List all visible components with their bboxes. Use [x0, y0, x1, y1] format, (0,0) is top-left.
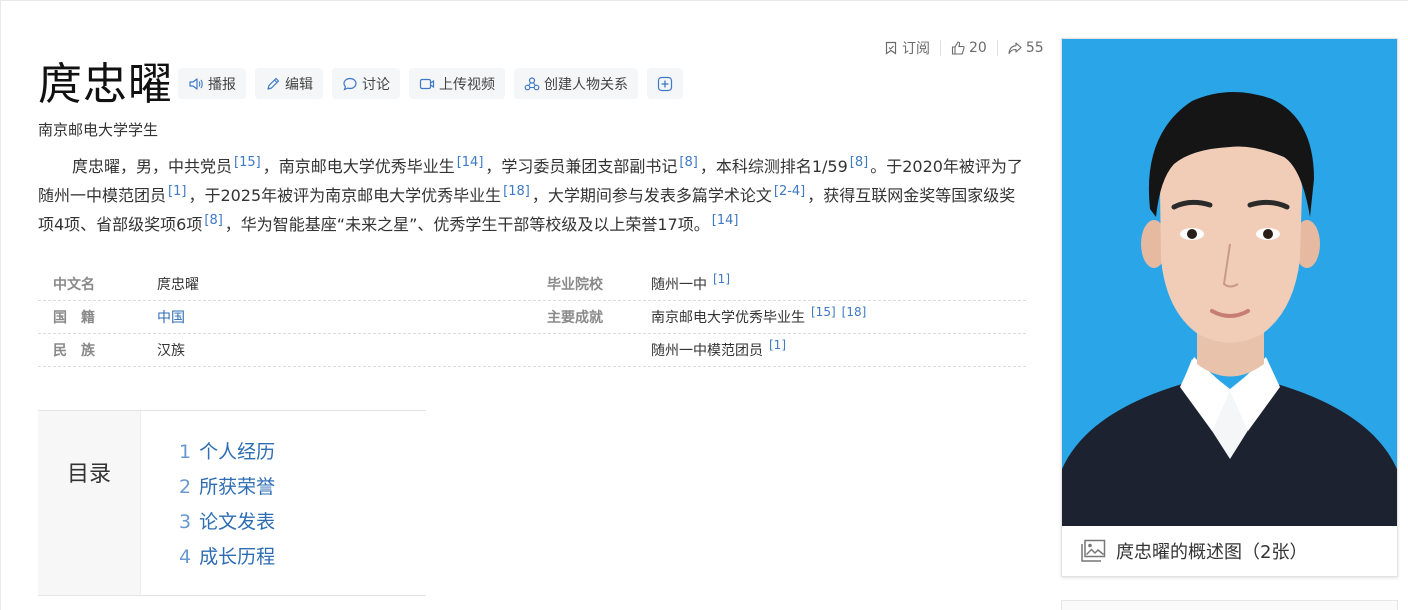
info-value-ethnicity: 汉族: [157, 340, 532, 360]
info-value-nationality: 中国: [157, 307, 532, 327]
page-title: 庹忠曜: [38, 59, 173, 110]
edit-button[interactable]: 编辑: [255, 68, 323, 99]
album-card: 庹忠曜的概述图（2张）: [1061, 38, 1398, 577]
reference-link[interactable]: [8]: [679, 155, 697, 170]
subscribe-label: 订阅: [902, 41, 930, 57]
portrait-photo[interactable]: [1062, 39, 1397, 526]
reference-link[interactable]: [18]: [503, 184, 530, 199]
basic-info-box: 中文名 庹忠曜 毕业院校 随州一中 [1] 国 籍 中国 主要成就 南京邮电大学优…: [38, 268, 1026, 367]
album-caption-label: 庹忠曜的概述图（2张）: [1116, 542, 1308, 563]
share-count: 55: [1025, 40, 1044, 56]
summary-paragraph: 庹忠曜，男，中共党员 [15] ，南京邮电大学优秀毕业生 [14] ，学习委员兼团支部副…: [38, 152, 1028, 239]
toc-item[interactable]: 3 论文发表: [179, 505, 275, 540]
info-value-school: 随州一中 [1]: [651, 272, 1026, 294]
speaker-icon: [189, 77, 203, 90]
relation-icon: [524, 76, 540, 90]
summary-text: ，本科综测排名1/59: [699, 157, 848, 176]
summary-text: ，学习委员兼团支部副书记: [485, 157, 678, 176]
achievement-value: 随州一中模范团员: [651, 343, 763, 359]
info-row: 中文名 庹忠曜 毕业院校 随州一中 [1]: [38, 268, 1026, 301]
reference-link[interactable]: [2-4]: [774, 184, 805, 199]
toc-item-label: 成长历程: [199, 546, 276, 568]
reference-link[interactable]: [1]: [713, 272, 730, 286]
info-key-achievements: 主要成就: [547, 310, 603, 326]
reference-link[interactable]: [14]: [457, 155, 484, 170]
summary-text: ，于2025年被评为南京邮电大学优秀毕业生: [188, 186, 502, 205]
bookmark-icon: [885, 41, 897, 55]
toc-item-number: 4: [179, 546, 192, 568]
school-value: 随州一中: [651, 277, 707, 293]
upload-video-label: 上传视频: [439, 76, 495, 93]
toc-item-label: 论文发表: [199, 511, 276, 533]
info-value-achievement: 南京邮电大学优秀毕业生 [15] [18]: [651, 305, 1026, 327]
summary-text: 庹忠曜，男，中共党员: [72, 157, 233, 176]
header-actions: 订阅 20 55: [884, 38, 1054, 58]
toc-item-number: 1: [179, 441, 192, 463]
ethnicity-value: 汉族: [157, 343, 185, 359]
edit-label: 编辑: [285, 76, 313, 93]
info-row: 国 籍 中国 主要成就 南京邮电大学优秀毕业生 [15] [18]: [38, 301, 1026, 334]
toc-item-number: 2: [179, 476, 192, 498]
nationality-link[interactable]: 中国: [157, 310, 185, 326]
discuss-button[interactable]: 讨论: [332, 68, 400, 99]
reference-link[interactable]: [14]: [712, 213, 739, 228]
comment-icon: [343, 77, 357, 91]
like-count: 20: [969, 40, 987, 56]
album-caption[interactable]: 庹忠曜的概述图（2张）: [1062, 526, 1397, 576]
thumbs-up-icon: [951, 41, 965, 55]
toc-item[interactable]: 1 个人经历: [179, 435, 275, 470]
info-value-achievement: 随州一中模范团员 [1]: [651, 338, 1026, 360]
info-row: 民 族 汉族 随州一中模范团员 [1]: [38, 334, 1026, 367]
secondary-card: [1061, 600, 1398, 610]
create-relation-button[interactable]: 创建人物关系: [514, 68, 638, 99]
table-of-contents: 目录 1 个人经历 2 所获荣誉 3 论文发表 4 成长历程: [38, 410, 426, 596]
info-key-name: 中文名: [53, 277, 95, 293]
broadcast-label: 播报: [208, 76, 236, 93]
subscribe-button[interactable]: 订阅: [884, 38, 940, 58]
summary-text: ，南京邮电大学优秀毕业生: [262, 157, 455, 176]
reference-link[interactable]: [15]: [811, 305, 836, 319]
name-value: 庹忠曜: [157, 277, 199, 293]
toc-item-number: 3: [179, 511, 192, 533]
video-icon: [419, 78, 435, 89]
toc-item-label: 所获荣誉: [199, 476, 276, 498]
toc-heading: 目录: [38, 411, 141, 595]
reference-link[interactable]: [15]: [234, 155, 261, 170]
reference-link[interactable]: [1]: [168, 184, 186, 199]
reference-link[interactable]: [8]: [204, 213, 222, 228]
portrait-illustration: [1062, 39, 1397, 526]
summary-text: ，华为智能基座“未来之星”、优秀学生干部等校级及以上荣誉17项。: [224, 215, 710, 234]
create-relation-label: 创建人物关系: [544, 76, 628, 93]
achievement-value: 南京邮电大学优秀毕业生: [651, 310, 805, 326]
toc-item[interactable]: 2 所获荣誉: [179, 470, 275, 505]
title-toolbar: 播报 编辑 讨论 上传视频 创建人物关系: [178, 68, 683, 99]
broadcast-button[interactable]: 播报: [178, 68, 246, 99]
summary-text: ，大学期间参与发表多篇学术论文: [531, 186, 772, 205]
info-value-name: 庹忠曜: [157, 274, 532, 294]
info-key-school: 毕业院校: [547, 277, 603, 293]
share-icon: [1008, 42, 1022, 55]
discuss-label: 讨论: [362, 76, 390, 93]
reference-link[interactable]: [8]: [850, 155, 868, 170]
share-button[interactable]: 55: [996, 40, 1054, 56]
pencil-icon: [267, 77, 280, 90]
add-button[interactable]: [647, 68, 683, 99]
plus-icon: [657, 76, 673, 91]
toc-item-label: 个人经历: [199, 441, 276, 463]
info-key-ethnicity: 民 族: [53, 343, 95, 359]
like-button[interactable]: 20: [940, 40, 997, 56]
reference-link[interactable]: [18]: [842, 305, 867, 319]
toc-list: 1 个人经历 2 所获荣誉 3 论文发表 4 成长历程: [141, 411, 275, 595]
upload-video-button[interactable]: 上传视频: [409, 68, 505, 99]
toc-item[interactable]: 4 成长历程: [179, 540, 275, 575]
reference-link[interactable]: [1]: [769, 338, 786, 352]
gallery-icon: [1081, 539, 1106, 562]
info-key-nationality: 国 籍: [53, 310, 95, 326]
page-subtitle: 南京邮电大学学生: [38, 121, 159, 139]
